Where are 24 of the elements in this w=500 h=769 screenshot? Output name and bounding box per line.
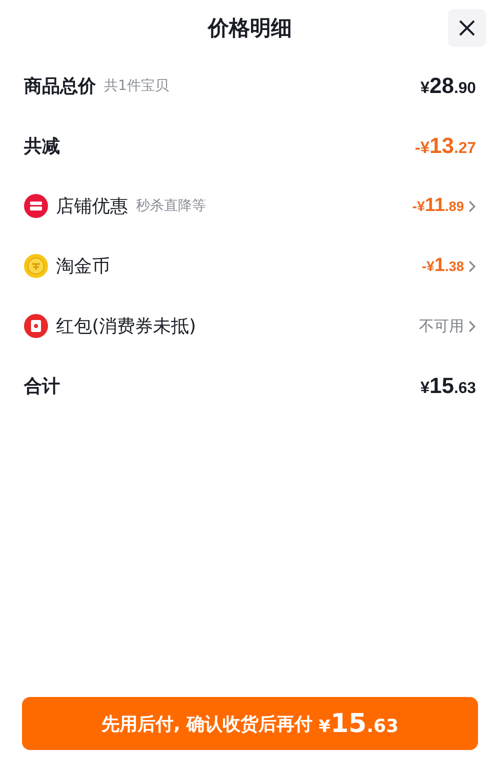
- shop-icon: [24, 194, 48, 218]
- row-note: 共1件宝贝: [104, 77, 169, 95]
- chevron-icon: [468, 260, 476, 272]
- panel-title: 价格明细: [208, 15, 292, 42]
- close-button[interactable]: [448, 9, 486, 47]
- price-amount: ¥28.90: [420, 73, 476, 99]
- chevron-icon: [468, 200, 476, 212]
- chevron-icon: [468, 320, 476, 332]
- price-amount: -¥11.89: [412, 195, 464, 217]
- coin-icon: [24, 254, 48, 278]
- row-label: 淘金币: [56, 255, 110, 278]
- row-label: 商品总价: [24, 75, 96, 98]
- row-note: 秒杀直降等: [136, 197, 206, 215]
- price-amount: -¥13.27: [414, 133, 476, 159]
- row-label: 共减: [24, 135, 60, 158]
- envelope-icon: [24, 314, 48, 338]
- row-label: 店铺优惠: [56, 195, 128, 218]
- price-amount: ¥15.63: [420, 373, 476, 399]
- row-label: 红包(消费券未抵): [56, 315, 196, 338]
- row-label: 合计: [24, 375, 60, 398]
- close-icon: [458, 19, 476, 37]
- price-amount: -¥1.38: [422, 255, 464, 277]
- status-text: 不可用: [419, 316, 464, 336]
- pay-button[interactable]: 先用后付, 确认收货后再付 ¥15.63: [22, 697, 478, 750]
